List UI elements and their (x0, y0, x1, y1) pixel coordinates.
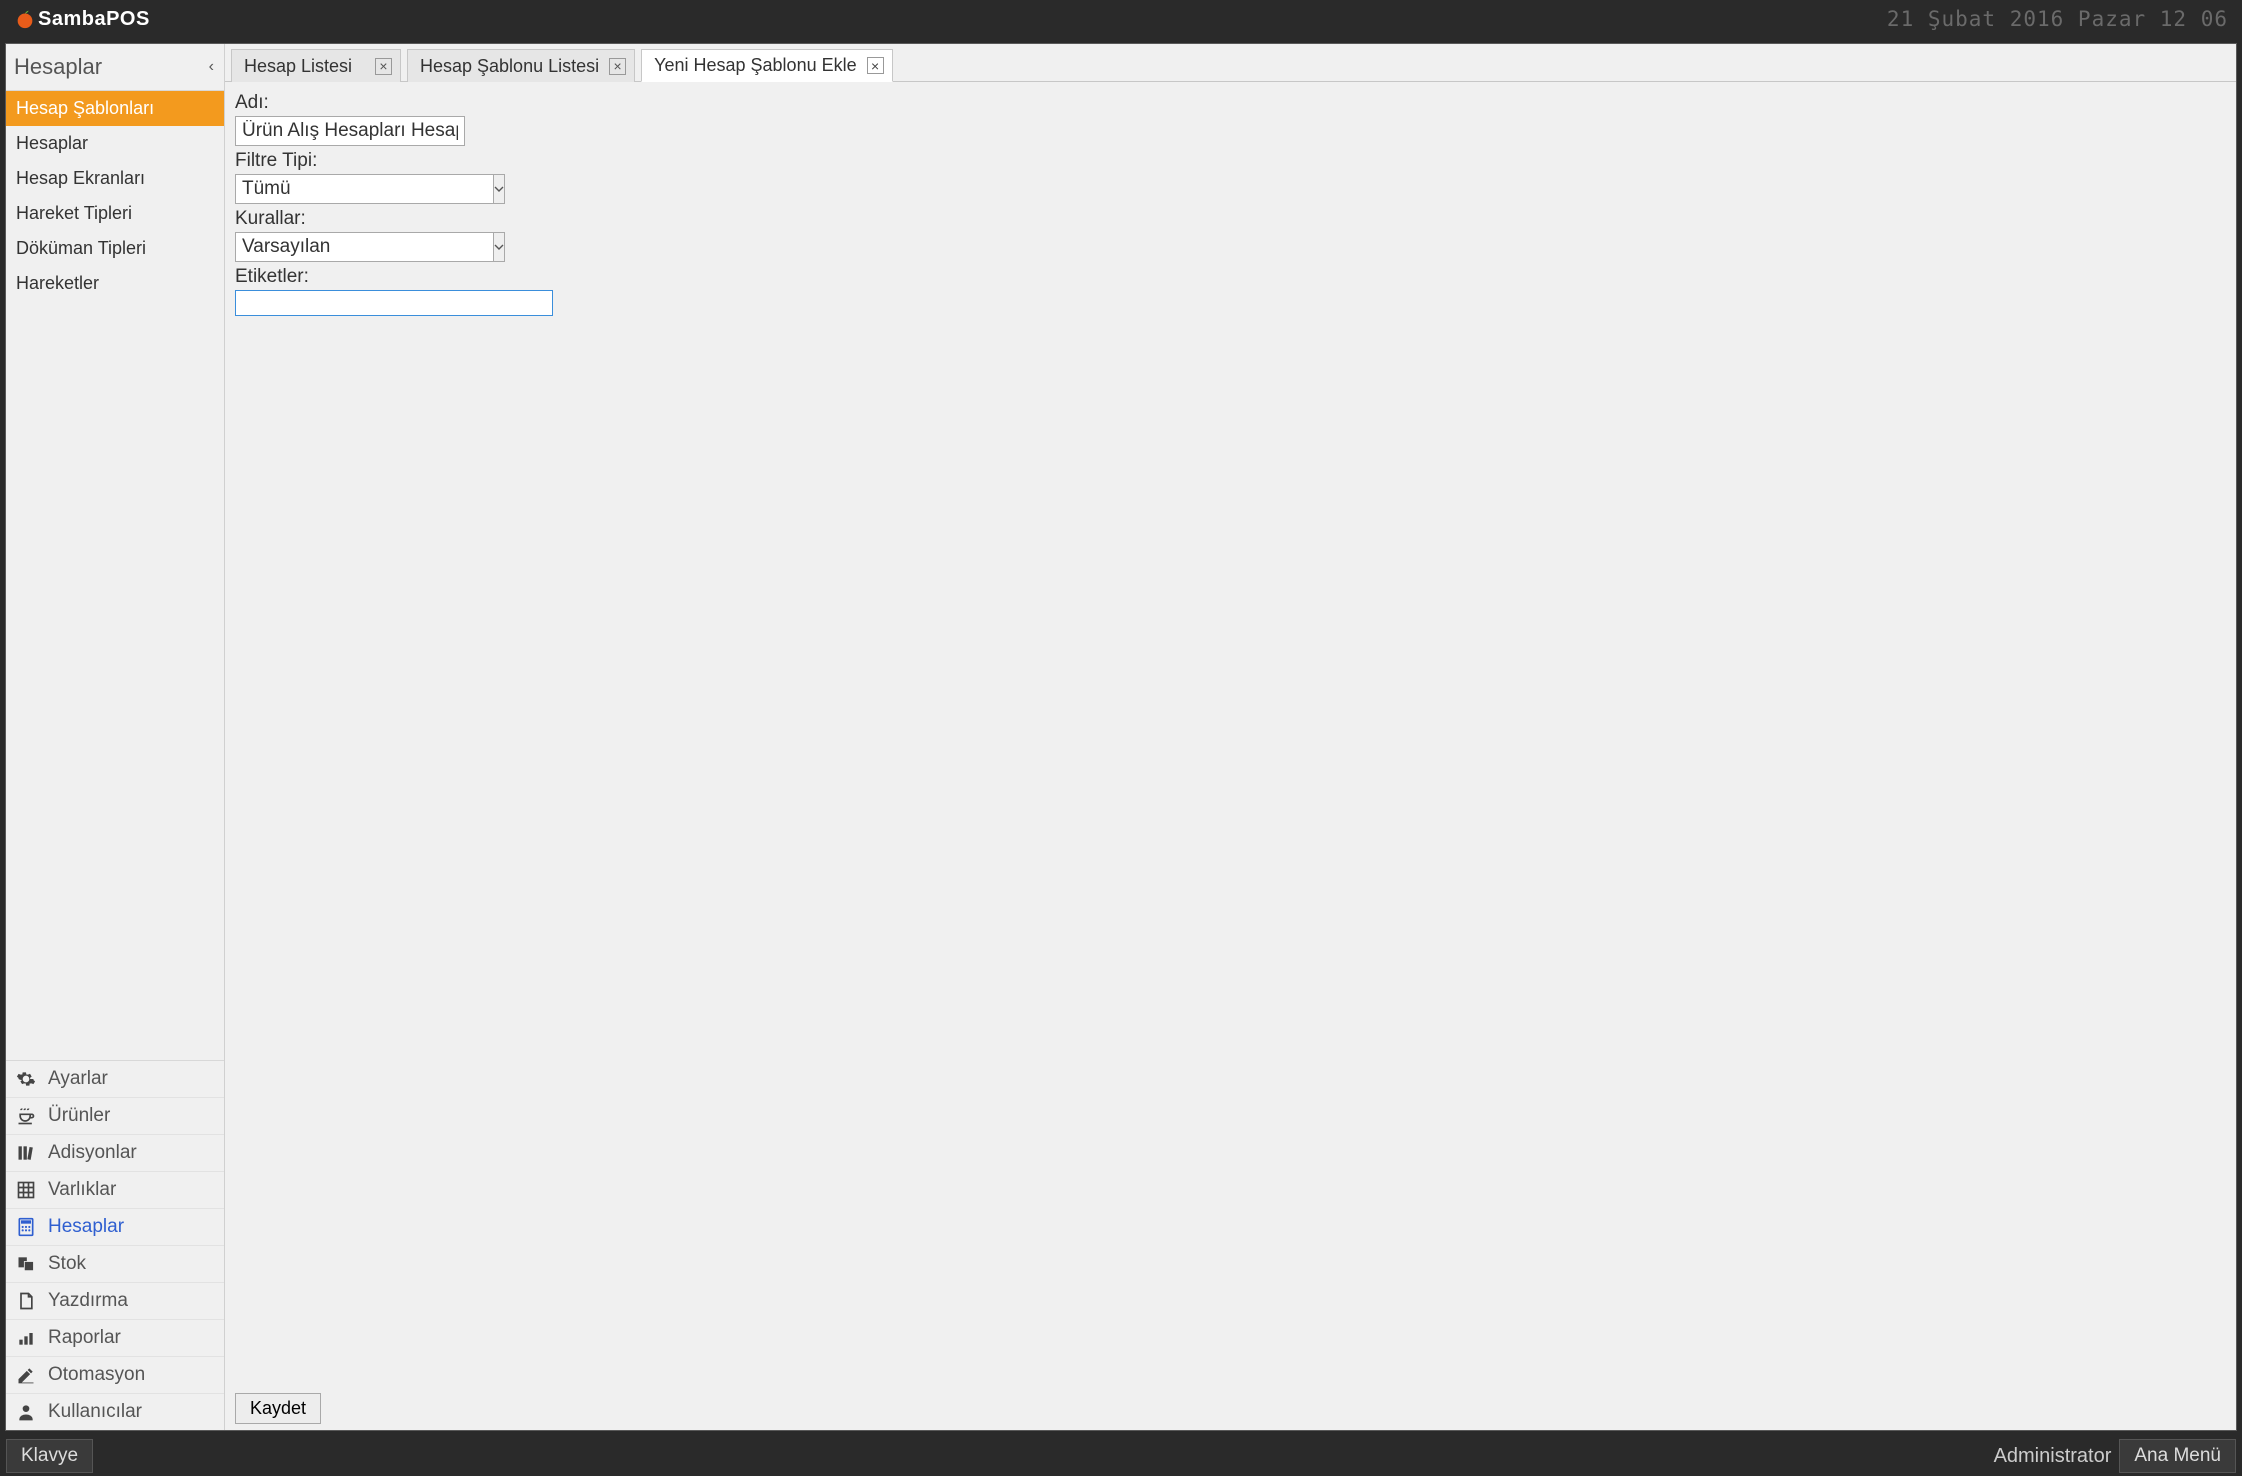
close-icon[interactable]: × (609, 58, 626, 75)
grid-icon (14, 1178, 38, 1202)
datetime-text: 21 Şubat 2016 Pazar 12 06 (1887, 7, 2228, 31)
chevron-down-icon (494, 184, 504, 194)
save-button[interactable]: Kaydet (235, 1393, 321, 1424)
sidebar-item-4[interactable]: Döküman Tipleri (6, 231, 224, 266)
tags-input[interactable] (235, 290, 553, 316)
mainnav-item-raporlar[interactable]: Raporlar (6, 1319, 224, 1356)
rules-label: Kurallar: (235, 208, 2226, 230)
collapse-icon[interactable]: ‹ (209, 58, 214, 76)
rules-combo[interactable] (235, 232, 449, 262)
tab-label: Hesap Şablonu Listesi (420, 56, 599, 77)
sidebar-item-0[interactable]: Hesap Şablonları (6, 91, 224, 126)
mainnav-item-label: Hesaplar (48, 1216, 124, 1238)
sidebar-subnav: Hesap ŞablonlarıHesaplarHesap EkranlarıH… (6, 91, 224, 301)
tab-2[interactable]: Yeni Hesap Şablonu Ekle × (641, 49, 892, 82)
bars-icon (14, 1326, 38, 1350)
sidebar-title: Hesaplar (14, 54, 102, 80)
main-area: Hesaplar ‹ Hesap ŞablonlarıHesaplarHesap… (5, 43, 2237, 1431)
close-icon[interactable]: × (375, 58, 392, 75)
name-input[interactable] (235, 116, 465, 146)
mainnav-item-label: Ayarlar (48, 1068, 108, 1090)
mainnav-item-varlıklar[interactable]: Varlıklar (6, 1171, 224, 1208)
sidebar-item-2[interactable]: Hesap Ekranları (6, 161, 224, 196)
logo-icon (14, 8, 36, 30)
mainnav-item-label: Kullanıcılar (48, 1401, 142, 1423)
sidebar-header[interactable]: Hesaplar ‹ (6, 44, 224, 91)
rules-dropdown-button[interactable] (493, 232, 505, 262)
mainnav-item-label: Ürünler (48, 1105, 110, 1127)
tab-label: Yeni Hesap Şablonu Ekle (654, 55, 856, 76)
mainnav-item-ayarlar[interactable]: Ayarlar (6, 1061, 224, 1097)
chevron-down-icon (494, 242, 504, 252)
mainnav-item-label: Varlıklar (48, 1179, 116, 1201)
mainnav-item-kullanıcılar[interactable]: Kullanıcılar (6, 1393, 224, 1430)
statusbar: Klavye Administrator Ana Menü (0, 1436, 2242, 1476)
content-area: Hesap Listesi×Hesap Şablonu Listesi×Yeni… (225, 44, 2236, 1430)
sidebar-item-5[interactable]: Hareketler (6, 266, 224, 301)
tab-1[interactable]: Hesap Şablonu Listesi × (407, 49, 635, 82)
tab-0[interactable]: Hesap Listesi × (231, 49, 401, 82)
mainnav-item-yazdırma[interactable]: Yazdırma (6, 1282, 224, 1319)
filter-dropdown-button[interactable] (493, 174, 505, 204)
mainnav-item-label: Yazdırma (48, 1290, 128, 1312)
stack-icon (14, 1252, 38, 1276)
user-icon (14, 1400, 38, 1424)
mainnav-item-otomasyon[interactable]: Otomasyon (6, 1356, 224, 1393)
app-logo: SambaPOS (14, 8, 150, 31)
tabs: Hesap Listesi×Hesap Şablonu Listesi×Yeni… (225, 44, 2236, 82)
sidebar-mainnav: Ayarlar Ürünler Adisyonlar Varlıklar Hesapla… (6, 1060, 224, 1430)
page-icon (14, 1289, 38, 1313)
titlebar: SambaPOS 21 Şubat 2016 Pazar 12 06 (0, 0, 2242, 38)
mainnav-item-label: Raporlar (48, 1327, 121, 1349)
tab-label: Hesap Listesi (244, 56, 352, 77)
mainnav-item-ürünler[interactable]: Ürünler (6, 1097, 224, 1134)
close-icon[interactable]: × (867, 57, 884, 74)
mainnav-item-label: Stok (48, 1253, 86, 1275)
sidebar-item-1[interactable]: Hesaplar (6, 126, 224, 161)
sidebar: Hesaplar ‹ Hesap ŞablonlarıHesaplarHesap… (6, 44, 225, 1430)
brand-text: SambaPOS (38, 8, 150, 31)
sidebar-item-3[interactable]: Hareket Tipleri (6, 196, 224, 231)
keyboard-button[interactable]: Klavye (6, 1439, 93, 1473)
pen-icon (14, 1363, 38, 1387)
sidebar-spacer (6, 301, 224, 1060)
mainnav-item-stok[interactable]: Stok (6, 1245, 224, 1282)
cup-icon (14, 1104, 38, 1128)
name-label: Adı: (235, 92, 2226, 114)
form-area: Adı: Filtre Tipi: Kurallar: (225, 82, 2236, 1430)
filter-combo[interactable] (235, 174, 449, 204)
status-user: Administrator (1994, 1445, 2112, 1468)
calc-icon (14, 1215, 38, 1239)
mainnav-item-label: Adisyonlar (48, 1142, 137, 1164)
filter-label: Filtre Tipi: (235, 150, 2226, 172)
books-icon (14, 1141, 38, 1165)
form-spacer (235, 320, 2226, 1387)
mainmenu-button[interactable]: Ana Menü (2119, 1439, 2236, 1473)
rules-input[interactable] (235, 232, 493, 262)
gear-icon (14, 1067, 38, 1091)
tags-label: Etiketler: (235, 266, 2226, 288)
mainnav-item-adisyonlar[interactable]: Adisyonlar (6, 1134, 224, 1171)
filter-input[interactable] (235, 174, 493, 204)
mainnav-item-hesaplar[interactable]: Hesaplar (6, 1208, 224, 1245)
mainnav-item-label: Otomasyon (48, 1364, 145, 1386)
